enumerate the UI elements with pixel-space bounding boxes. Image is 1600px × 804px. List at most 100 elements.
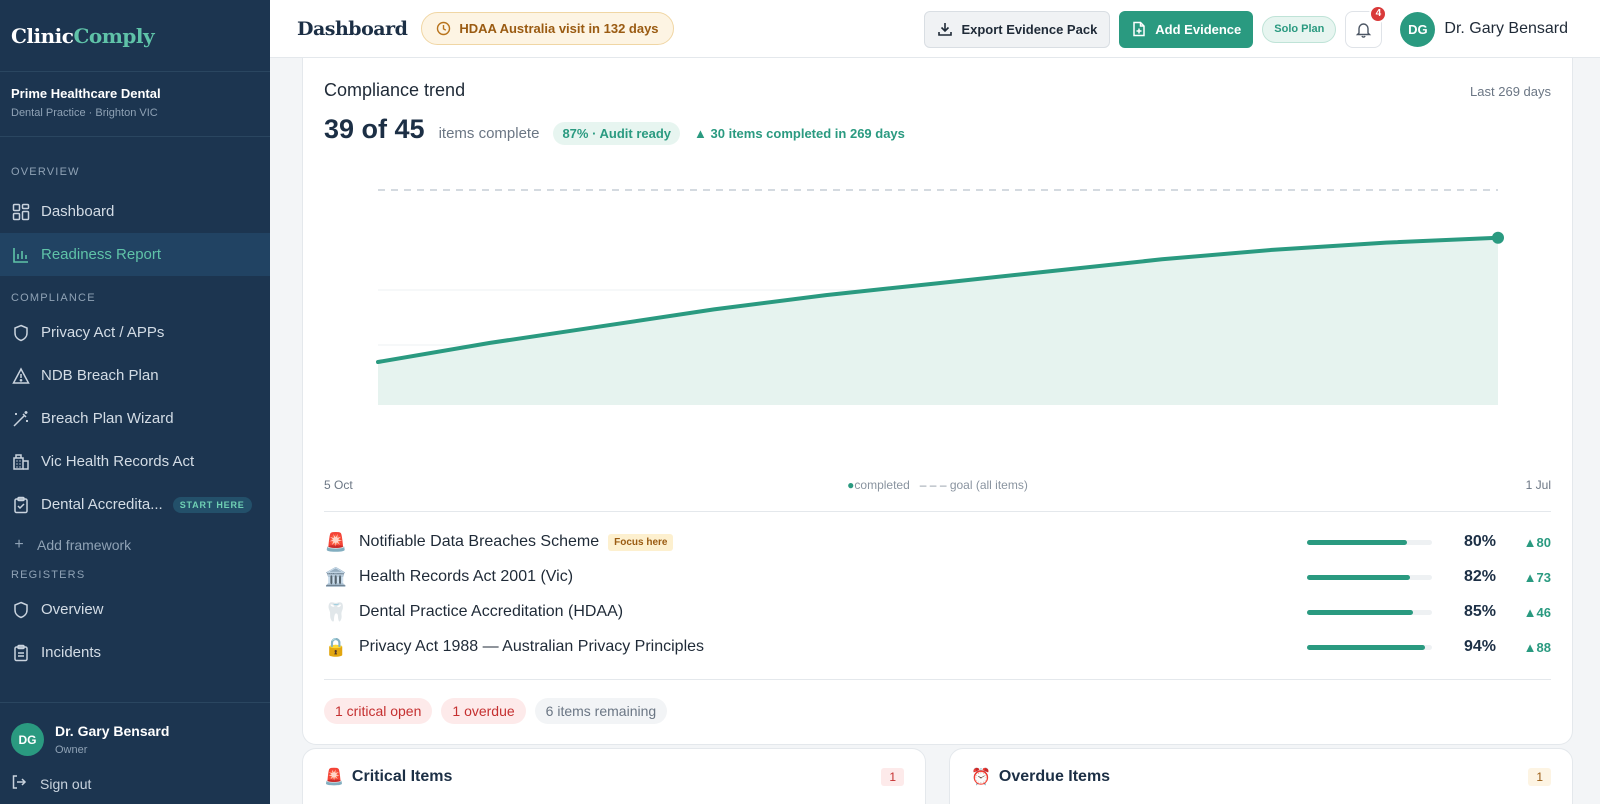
sign-out-label: Sign out (40, 775, 92, 792)
siren-icon: 🚨 (324, 531, 348, 552)
add-framework-button[interactable]: + Add framework (0, 526, 270, 564)
bell-icon (1356, 22, 1372, 38)
plan-badge[interactable]: Solo Plan (1262, 15, 1337, 43)
sidebar-item-label: Dashboard (41, 203, 115, 220)
sidebar-item-ndb-breach-plan[interactable]: NDB Breach Plan (0, 354, 270, 397)
classical-building-icon: 🏛️ (324, 566, 348, 587)
sidebar-item-dental-accreditation[interactable]: Dental Accredita... START HERE (0, 483, 270, 526)
sidebar-item-registers-overview[interactable]: Overview (0, 588, 270, 631)
export-label: Export Evidence Pack (961, 21, 1098, 37)
sidebar-item-dashboard[interactable]: Dashboard (0, 190, 270, 233)
practice-name: Prime Healthcare Dental (11, 86, 161, 101)
sidebar-item-label: Privacy Act / APPs (41, 324, 165, 341)
critical-count-badge: 1 (881, 768, 904, 786)
framework-delta: ▲88 (1523, 639, 1551, 655)
framework-row-health-records[interactable]: 🏛️ Health Records Act 2001 (Vic) 82% ▲73 (324, 560, 1551, 594)
framework-progress-bar (1307, 574, 1432, 580)
audit-visit-label: HDAA Australia visit in 132 days (459, 21, 659, 36)
framework-name: Notifiable Data Breaches Scheme (359, 533, 600, 550)
progress-fill (1307, 644, 1425, 650)
card-title: Overdue Items (998, 768, 1111, 785)
shield-icon (11, 323, 31, 343)
sidebar-user[interactable]: DG Dr. Gary Bensard Owner (0, 703, 270, 756)
avatar[interactable]: DG (1400, 11, 1436, 47)
sign-out-icon (11, 774, 29, 793)
user-role: Owner (55, 744, 88, 756)
framework-progress-bar (1307, 609, 1432, 615)
items-complete-count: 39 of 45 (324, 114, 425, 144)
items-remaining-chip[interactable]: 6 items remaining (534, 698, 668, 724)
brand-name-part2: Comply (73, 23, 155, 48)
sidebar-item-readiness-report[interactable]: Readiness Report (0, 233, 270, 276)
brand-logo[interactable]: Clinic Comply (0, 0, 270, 72)
sidebar-item-privacy-act[interactable]: Privacy Act / APPs (0, 311, 270, 354)
completed-area (378, 237, 1498, 405)
framework-percent: 85% (1463, 603, 1496, 620)
sidebar-user-panel: DG Dr. Gary Bensard Owner Sign out (0, 702, 270, 804)
user-name: Dr. Gary Bensard (55, 723, 170, 739)
add-evidence-button[interactable]: Add Evidence (1119, 10, 1254, 48)
tooth-icon: 🦷 (324, 601, 348, 622)
alarm-clock-icon: ⏰ (971, 769, 991, 786)
notifications-button[interactable]: 4 (1345, 4, 1388, 48)
lock-icon: 🔒 (324, 636, 348, 657)
audit-ready-badge: 87% · Audit ready (553, 122, 681, 145)
overdue-items-card: ⏰ Overdue Items 1 (949, 748, 1573, 804)
wand-icon (11, 409, 31, 429)
sidebar-item-label: Readiness Report (41, 246, 162, 263)
legend-completed: completed (854, 478, 910, 492)
overdue-count-badge: 1 (1528, 768, 1551, 786)
sidebar-item-label: Overview (41, 601, 104, 618)
building-icon (11, 452, 31, 472)
progress-fill (1307, 609, 1414, 615)
sidebar-item-label: Vic Health Records Act (41, 453, 195, 470)
user-name[interactable]: Dr. Gary Bensard (1444, 20, 1568, 38)
framework-percent: 80% (1463, 533, 1496, 550)
sidebar-item-breach-plan-wizard[interactable]: Breach Plan Wizard (0, 397, 270, 440)
completed-delta: ▲ 30 items completed in 269 days (694, 126, 905, 141)
file-plus-icon (1131, 21, 1147, 37)
bar-chart-icon (11, 245, 31, 265)
start-here-badge: START HERE (172, 496, 252, 513)
framework-progress-bar (1307, 539, 1432, 545)
items-complete-label: items complete (438, 125, 540, 142)
page-title: Dashboard (297, 17, 408, 40)
sign-out-button[interactable]: Sign out (0, 756, 270, 793)
download-icon (937, 21, 953, 37)
card-title: Compliance trend (324, 80, 466, 100)
framework-row-hdaa[interactable]: 🦷 Dental Practice Accreditation (HDAA) 8… (324, 595, 1551, 629)
audit-visit-countdown[interactable]: HDAA Australia visit in 132 days (421, 12, 674, 45)
sidebar: Clinic Comply Prime Healthcare Dental Den… (0, 0, 270, 804)
critical-open-chip[interactable]: 1 critical open (324, 698, 433, 724)
divider (324, 511, 1551, 512)
export-evidence-pack-button[interactable]: Export Evidence Pack (924, 10, 1111, 48)
compliance-trend-card: Compliance trend Last 269 days 39 of 45 … (302, 58, 1573, 745)
framework-name: Health Records Act 2001 (Vic) (359, 568, 574, 585)
avatar: DG (11, 723, 44, 756)
sidebar-item-incidents[interactable]: Incidents (0, 631, 270, 674)
framework-percent: 94% (1463, 638, 1496, 655)
practice-switcher[interactable]: Prime Healthcare Dental Dental Practice … (0, 72, 270, 137)
sidebar-item-label: Dental Accredita... (41, 496, 163, 513)
grid-icon (11, 202, 31, 222)
framework-progress-bar (1307, 644, 1432, 650)
framework-delta: ▲73 (1523, 569, 1551, 585)
notification-count-badge: 4 (1369, 4, 1388, 23)
brand-name-part1: Clinic (11, 23, 74, 48)
section-label-overview: OVERVIEW (11, 166, 80, 178)
siren-icon: 🚨 (324, 769, 344, 786)
overdue-chip[interactable]: 1 overdue (441, 698, 526, 724)
period-label[interactable]: Last 269 days (1470, 84, 1551, 99)
clipboard-icon (11, 643, 31, 663)
sidebar-item-vic-health-records[interactable]: Vic Health Records Act (0, 440, 270, 483)
framework-name: Dental Practice Accreditation (HDAA) (359, 603, 624, 620)
critical-items-card: 🚨 Critical Items 1 (302, 748, 926, 804)
card-title: Critical Items (351, 768, 453, 785)
section-label-compliance: COMPLIANCE (11, 292, 96, 304)
clock-icon (436, 21, 451, 36)
top-bar: Dashboard HDAA Australia visit in 132 da… (270, 0, 1600, 58)
framework-delta: ▲80 (1523, 534, 1551, 550)
framework-row-privacy-act[interactable]: 🔒 Privacy Act 1988 — Australian Privacy … (324, 630, 1551, 664)
framework-row-ndb[interactable]: 🚨 Notifiable Data Breaches Scheme Focus … (324, 525, 1551, 559)
shield-icon (11, 600, 31, 620)
